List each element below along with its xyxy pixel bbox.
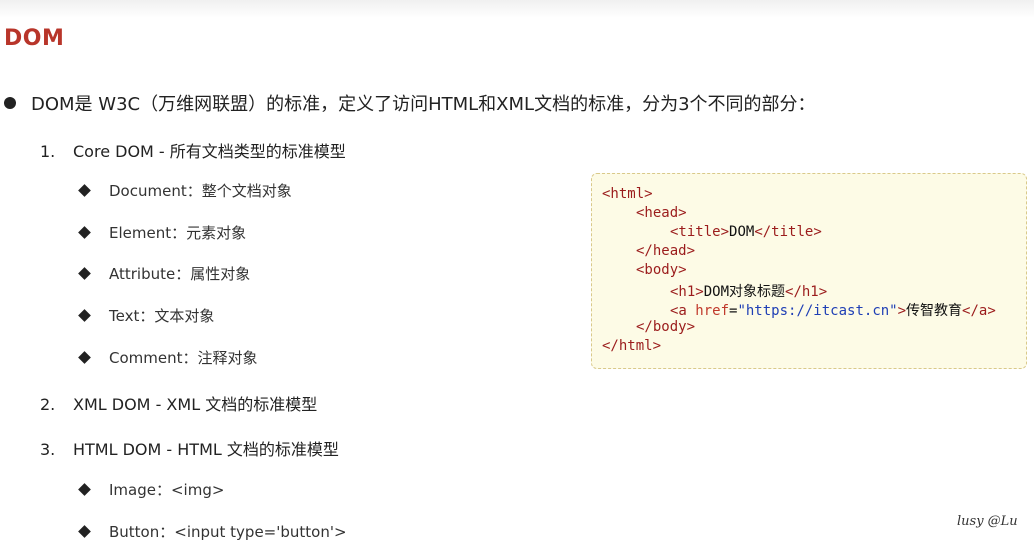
code-line-body-close: </body>: [636, 319, 696, 335]
core-item-comment: Comment：注释对象: [78, 347, 258, 368]
core-item-text: Document：整个文档对象: [109, 182, 292, 200]
diamond-bullet-icon: [78, 267, 91, 280]
code-line-anchor: <a href="https://itcast.cn">传智教育</a>: [670, 303, 996, 319]
core-item-element: Element：元素对象: [78, 222, 246, 243]
code-example-box: <html> <head> <title>DOM</title> </head>…: [591, 173, 1027, 369]
diamond-bullet-icon: [78, 226, 91, 239]
core-item-text: Text：文本对象: [109, 307, 215, 325]
diamond-bullet-icon: [78, 309, 91, 322]
part-text: HTML DOM - HTML 文档的标准模型: [73, 440, 339, 459]
core-item-text: Element：元素对象: [109, 224, 247, 242]
author-signature: lusy @Lu: [957, 514, 1018, 529]
code-line-h1: <h1>DOM对象标题</h1>: [670, 284, 828, 300]
intro-text: DOM是 W3C（万维网联盟）的标准，定义了访问HTML和XML文档的标准，分为…: [31, 94, 816, 115]
bullet-dot-icon: [4, 97, 16, 109]
code-line-html-close: </html>: [602, 338, 662, 354]
part-item-2: 2. XML DOM - XML 文档的标准模型: [40, 391, 317, 415]
core-item-text: Attribute：属性对象: [109, 265, 251, 283]
html-item-button: Button：<input type='button'>: [78, 521, 347, 542]
diamond-bullet-icon: [78, 525, 91, 538]
code-line-body-open: <body>: [636, 262, 687, 278]
intro-bullet: DOM是 W3C（万维网联盟）的标准，定义了访问HTML和XML文档的标准，分为…: [4, 90, 816, 116]
core-item-document: Document：整个文档对象: [78, 180, 292, 201]
part-number: 3.: [40, 440, 56, 459]
part-number: 1.: [40, 142, 56, 161]
code-line-title: <title>DOM</title>: [670, 224, 822, 240]
part-text: XML DOM - XML 文档的标准模型: [73, 395, 318, 414]
diamond-bullet-icon: [78, 184, 91, 197]
top-shadow: [0, 0, 1034, 18]
core-item-text: Comment：注释对象: [109, 349, 258, 367]
slide: DOM DOM是 W3C（万维网联盟）的标准，定义了访问HTML和XML文档的标…: [0, 0, 1034, 551]
part-number: 2.: [40, 395, 56, 414]
part-item-3: 3. HTML DOM - HTML 文档的标准模型: [40, 436, 339, 460]
code-line-head-close: </head>: [636, 243, 696, 259]
slide-title: DOM: [4, 26, 65, 51]
html-item-text: Button：<input type='button'>: [109, 523, 347, 541]
diamond-bullet-icon: [78, 351, 91, 364]
core-item-attribute: Attribute：属性对象: [78, 263, 250, 284]
diamond-bullet-icon: [78, 483, 91, 496]
part-item-1: 1. Core DOM - 所有文档类型的标准模型: [40, 138, 346, 162]
html-item-text: Image：<img>: [109, 481, 225, 499]
core-item-text-node: Text：文本对象: [78, 305, 214, 326]
html-item-image: Image：<img>: [78, 479, 224, 500]
code-line-head-open: <head>: [636, 205, 687, 221]
part-text: Core DOM - 所有文档类型的标准模型: [73, 142, 346, 161]
code-line-html-open: <html>: [602, 186, 653, 202]
